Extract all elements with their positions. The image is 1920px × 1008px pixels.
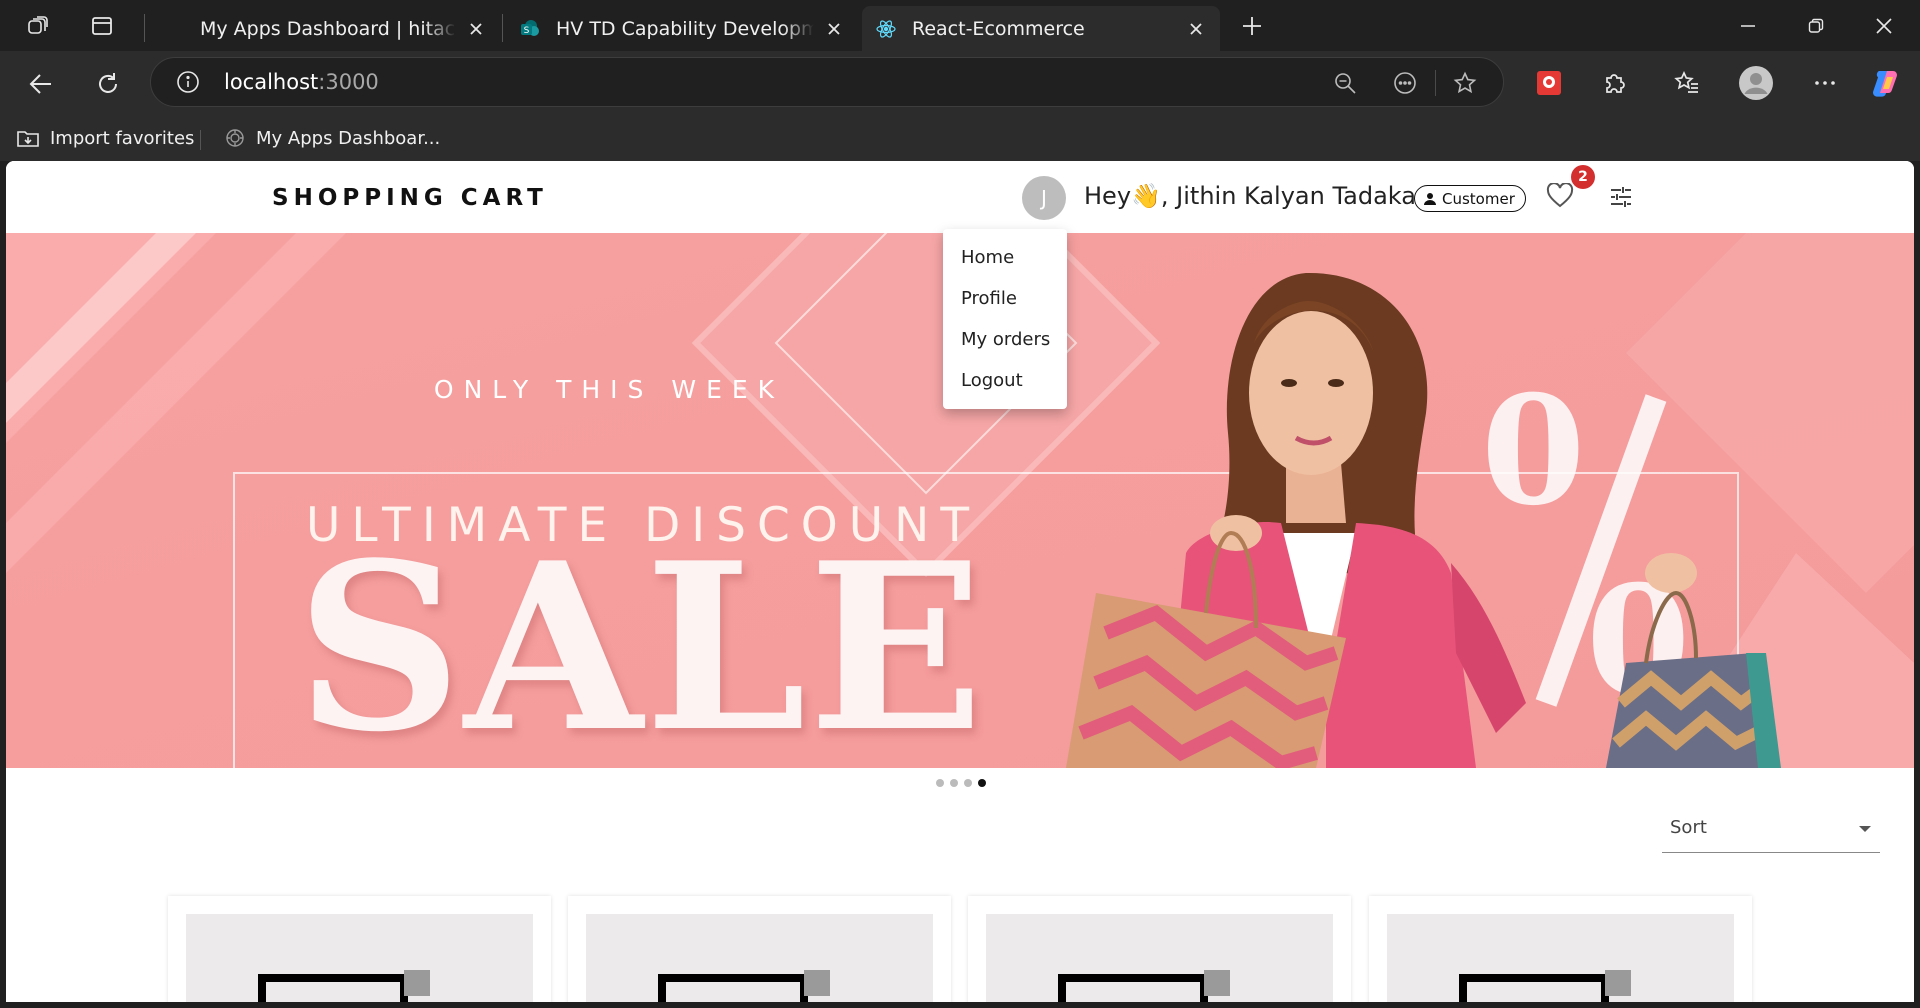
profile-avatar-icon[interactable] [1738, 65, 1774, 101]
menu-item-logout[interactable]: Logout [943, 360, 1067, 401]
my-apps-dashboard-link[interactable]: My Apps Dashboar... [224, 123, 440, 153]
globe-icon [226, 129, 244, 147]
brand-logo[interactable]: SHOPPING CART [272, 185, 548, 211]
refresh-icon[interactable] [93, 69, 123, 99]
product-image [186, 914, 533, 1002]
product-card[interactable] [168, 896, 551, 1002]
menu-item-my-orders[interactable]: My orders [943, 319, 1067, 360]
read-aloud-icon[interactable] [1391, 69, 1419, 97]
menu-item-profile[interactable]: Profile [943, 278, 1067, 319]
tab-my-apps[interactable]: My Apps Dashboard | hitachivantara [150, 6, 500, 51]
workspaces-icon[interactable] [24, 12, 52, 40]
sort-select[interactable]: Sort [1662, 809, 1880, 853]
sort-label: Sort [1670, 817, 1707, 838]
product-image [986, 914, 1333, 1002]
heart-icon [1546, 182, 1574, 208]
close-tab-icon[interactable] [822, 17, 846, 41]
favorite-star-icon[interactable] [1451, 69, 1479, 97]
person-icon [1424, 192, 1436, 205]
filter-settings-button[interactable] [1609, 185, 1633, 213]
tab-bar: My Apps Dashboard | hitachivantara S HV … [0, 0, 1920, 51]
wishlist-count-badge: 2 [1571, 165, 1595, 189]
address-row: localhost:3000 [0, 51, 1920, 115]
product-card[interactable] [1369, 896, 1752, 1002]
tab-separator [502, 14, 503, 42]
import-folder-icon [17, 131, 39, 147]
tab-separator [144, 14, 145, 42]
tab-hv-td[interactable]: S HV TD Capability Development (LMS) [506, 6, 858, 51]
carousel-dot[interactable] [950, 779, 958, 787]
user-avatar[interactable]: J [1022, 176, 1066, 220]
close-tab-icon[interactable] [1184, 17, 1208, 41]
url-text: localhost:3000 [224, 70, 379, 94]
product-card[interactable] [568, 896, 951, 1002]
svg-text:S: S [524, 26, 530, 36]
sharepoint-favicon-icon: S [520, 19, 540, 39]
dropdown-arrow-icon [1859, 826, 1871, 832]
address-bar[interactable]: localhost:3000 [150, 57, 1504, 107]
svg-text:0: 0 [1481, 363, 1585, 539]
site-info-icon[interactable] [175, 69, 201, 95]
more-menu-icon[interactable] [1810, 68, 1840, 98]
favorites-bar: Import favorites My Apps Dashboar... [0, 115, 1920, 161]
omnibox-divider [1435, 70, 1436, 96]
product-card[interactable] [968, 896, 1351, 1002]
close-tab-icon[interactable] [464, 17, 488, 41]
page-viewport: SHOPPING CART J Hey👋, Jithin Kalyan Tada… [6, 161, 1914, 1002]
extension-red-icon[interactable] [1534, 68, 1564, 98]
new-tab-icon[interactable] [1238, 12, 1266, 40]
app-header: SHOPPING CART J Hey👋, Jithin Kalyan Tada… [6, 161, 1914, 233]
carousel-dots [936, 779, 986, 787]
minimize-icon[interactable] [1734, 12, 1762, 40]
product-image [586, 914, 933, 1002]
tab-react-ecommerce[interactable]: React-Ecommerce [862, 6, 1220, 51]
extensions-icon[interactable] [1600, 68, 1630, 98]
favorites-list-icon[interactable] [1672, 68, 1702, 98]
tune-icon [1611, 187, 1631, 207]
close-window-icon[interactable] [1870, 12, 1898, 40]
restore-icon[interactable] [1802, 12, 1830, 40]
favorites-divider [200, 130, 201, 150]
user-greeting: Hey👋, Jithin Kalyan Tadaka [1084, 182, 1416, 210]
zoom-out-icon[interactable] [1331, 69, 1359, 97]
carousel-dot-active[interactable] [978, 779, 986, 787]
banner-sale-text: SALE [296, 513, 986, 768]
back-icon[interactable] [26, 69, 56, 99]
blank-favicon-icon [164, 19, 184, 39]
carousel-dot[interactable] [964, 779, 972, 787]
product-image [1387, 914, 1734, 1002]
copilot-icon[interactable] [1868, 66, 1902, 100]
wishlist-button[interactable] [1546, 182, 1574, 213]
menu-item-home[interactable]: Home [943, 237, 1067, 278]
import-favorites-link[interactable]: Import favorites [16, 123, 194, 153]
role-badge: Customer [1414, 185, 1526, 212]
user-dropdown-menu: Home Profile My orders Logout [943, 229, 1067, 409]
react-favicon-icon [876, 19, 896, 39]
carousel-dot[interactable] [936, 779, 944, 787]
tab-actions-icon[interactable] [88, 12, 116, 40]
